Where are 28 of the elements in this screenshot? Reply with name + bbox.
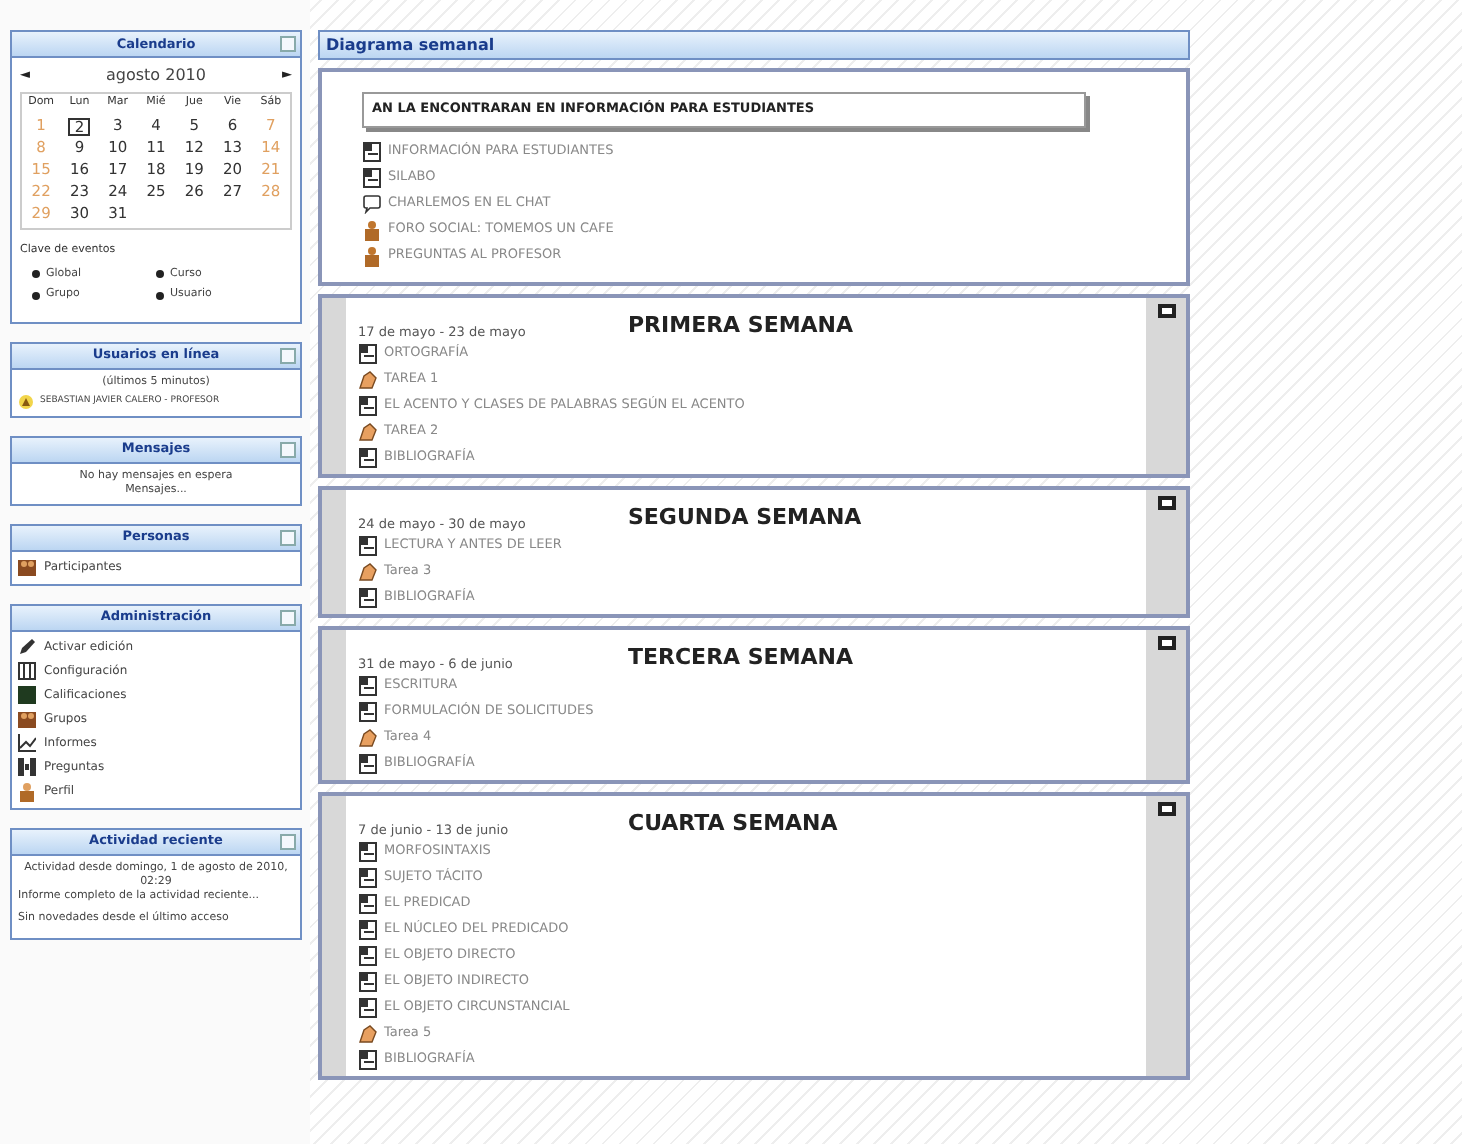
collapse-button[interactable] — [280, 36, 296, 52]
chart-icon — [18, 734, 36, 752]
speech-bubble-icon — [362, 194, 382, 215]
collapse-button[interactable] — [280, 833, 296, 849]
week-title: TERCERA SEMANA — [628, 645, 854, 668]
person-icon — [18, 781, 36, 801]
show-week-button[interactable] — [1157, 635, 1175, 650]
grade-book-icon — [18, 686, 36, 704]
collapse-button[interactable] — [280, 609, 296, 625]
show-week-button[interactable] — [1157, 303, 1175, 318]
week-title: SEGUNDA SEMANA — [628, 505, 862, 528]
week-title: PRIMERA SEMANA — [628, 313, 854, 336]
hand-icon — [358, 370, 378, 391]
show-week-button[interactable] — [1157, 495, 1175, 510]
week-title: CUARTA SEMANA — [628, 811, 838, 834]
hand-icon — [358, 1024, 378, 1045]
user-icon — [18, 393, 34, 409]
hand-icon — [358, 422, 378, 443]
collapse-button[interactable] — [280, 347, 296, 363]
show-week-button[interactable] — [1157, 801, 1175, 816]
hand-icon — [358, 728, 378, 749]
collapse-button[interactable] — [280, 441, 296, 457]
collapse-button[interactable] — [280, 529, 296, 545]
month-label: agosto 2010 — [106, 67, 206, 83]
left-margin-bar — [322, 489, 346, 614]
page-title: Diagrama semanal — [326, 33, 495, 57]
pencil-icon — [18, 638, 36, 656]
hand-icon — [358, 562, 378, 583]
